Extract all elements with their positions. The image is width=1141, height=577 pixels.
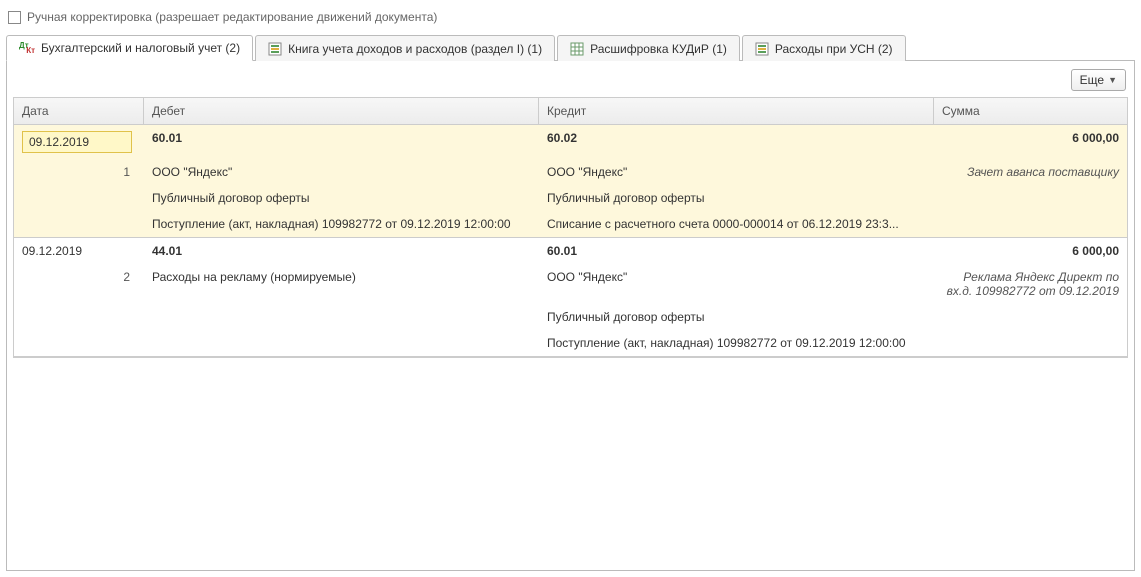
tab-accounting[interactable]: ДтКт Бухгалтерский и налоговый учет (2) [6, 35, 253, 61]
credit-line: ООО "Яндекс" [539, 264, 934, 304]
tab-label: Книга учета доходов и расходов (раздел I… [288, 42, 542, 56]
col-date-header[interactable]: Дата [14, 98, 144, 124]
col-sum-header[interactable]: Сумма [934, 98, 1127, 124]
debit-line: ООО "Яндекс" [144, 159, 539, 185]
credit-line: ООО "Яндекс" [539, 159, 934, 185]
table-row[interactable]: 09.12.2019 60.01 60.02 6 000,00 1 ООО "Я… [14, 125, 1127, 238]
tab-label: Расшифровка КУДиР (1) [590, 42, 727, 56]
credit-account: 60.01 [539, 238, 934, 264]
debit-line: Публичный договор оферты [144, 185, 539, 211]
debit-account: 60.01 [144, 125, 539, 159]
tab-kudir-book[interactable]: Книга учета доходов и расходов (раздел I… [255, 35, 555, 61]
credit-line: Публичный договор оферты [539, 304, 934, 330]
more-button[interactable]: Еще ▼ [1071, 69, 1126, 91]
sheet-icon [268, 42, 282, 56]
table-row[interactable]: 09.12.2019 44.01 60.01 6 000,00 2 Расход… [14, 238, 1127, 357]
credit-line: Списание с расчетного счета 0000-000014 … [539, 211, 934, 237]
entry-note: Зачет аванса поставщику [934, 159, 1127, 185]
col-credit-header[interactable]: Кредит [539, 98, 934, 124]
tab-label: Расходы при УСН (2) [775, 42, 893, 56]
entry-sum: 6 000,00 [934, 125, 1127, 159]
tab-usn-expenses[interactable]: Расходы при УСН (2) [742, 35, 906, 61]
entry-note: Реклама Яндекс Директ по вх.д. 109982772… [934, 264, 1127, 304]
entry-number: 2 [14, 264, 144, 304]
manual-adjustment-label: Ручная корректировка (разрешает редактир… [27, 10, 437, 24]
col-debit-header[interactable]: Дебет [144, 98, 539, 124]
entry-date: 09.12.2019 [14, 238, 144, 264]
manual-adjustment-row: Ручная корректировка (разрешает редактир… [6, 6, 1135, 34]
tab-content: Еще ▼ Дата Дебет Кредит Сумма 09.12.2019… [6, 61, 1135, 571]
entry-date[interactable]: 09.12.2019 [22, 131, 132, 153]
debit-account: 44.01 [144, 238, 539, 264]
sheet-icon [755, 42, 769, 56]
accounting-grid: Дата Дебет Кредит Сумма 09.12.2019 60.01… [13, 97, 1128, 358]
toolbar: Еще ▼ [7, 61, 1134, 97]
tab-label: Бухгалтерский и налоговый учет (2) [41, 41, 240, 55]
credit-line: Поступление (акт, накладная) 109982772 о… [539, 330, 934, 356]
credit-account: 60.02 [539, 125, 934, 159]
dtkt-icon: ДтКт [19, 41, 35, 55]
manual-adjustment-checkbox[interactable] [8, 11, 21, 24]
grid-header: Дата Дебет Кредит Сумма [14, 98, 1127, 125]
chevron-down-icon: ▼ [1108, 75, 1117, 85]
entry-sum: 6 000,00 [934, 238, 1127, 264]
debit-line: Поступление (акт, накладная) 109982772 о… [144, 211, 539, 237]
grid-icon [570, 42, 584, 56]
tabs-bar: ДтКт Бухгалтерский и налоговый учет (2) … [6, 34, 1135, 61]
tab-kudir-detail[interactable]: Расшифровка КУДиР (1) [557, 35, 740, 61]
credit-line: Публичный договор оферты [539, 185, 934, 211]
more-button-label: Еще [1080, 73, 1104, 87]
debit-line: Расходы на рекламу (нормируемые) [144, 264, 539, 304]
entry-number: 1 [14, 159, 144, 185]
